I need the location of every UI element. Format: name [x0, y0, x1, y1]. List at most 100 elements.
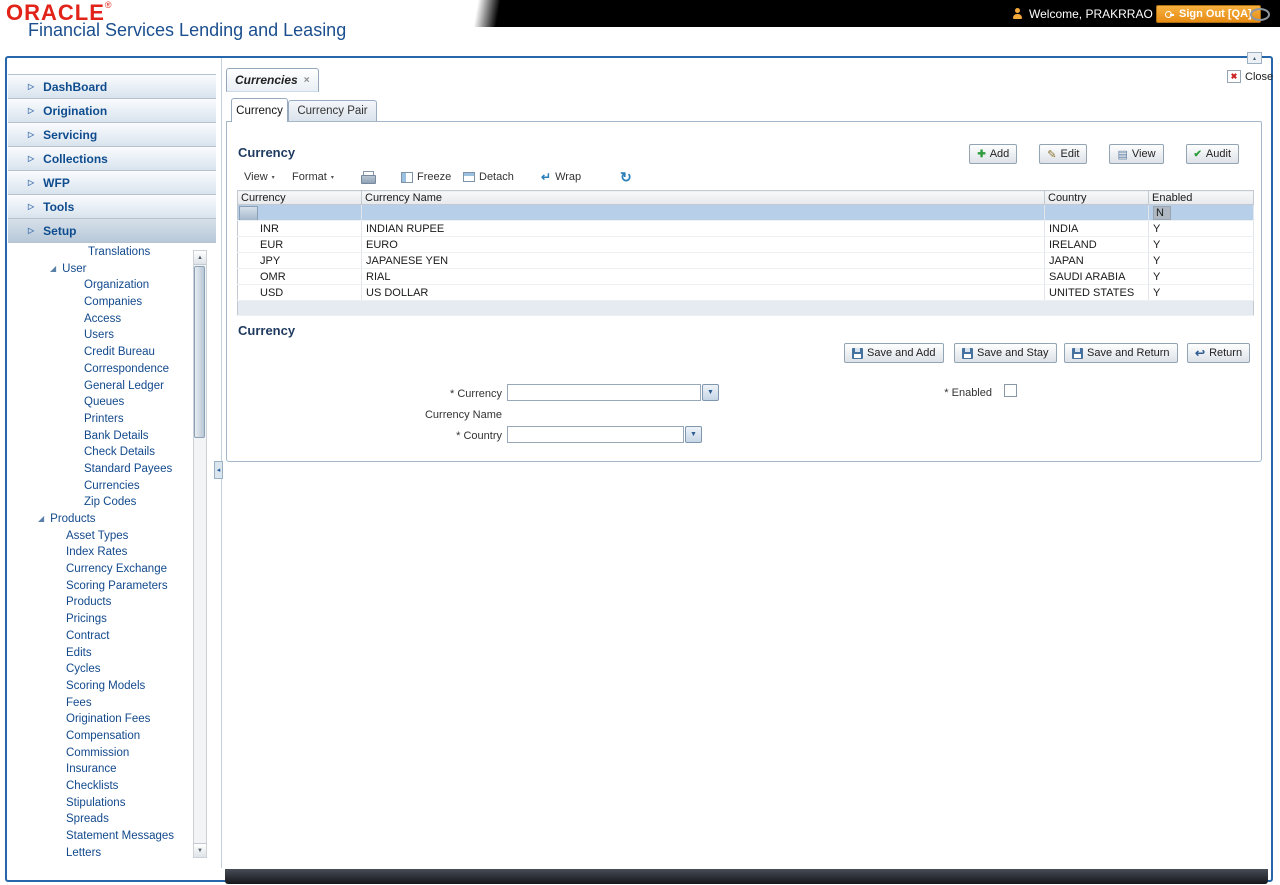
save-and-stay-button[interactable]: Save and Stay	[954, 343, 1057, 363]
save-and-add-button[interactable]: Save and Add	[844, 343, 944, 363]
tree-item-commission[interactable]: Commission	[8, 745, 192, 762]
scrollbar-down-icon[interactable]: ▼	[194, 843, 206, 857]
sidebar-item-origination[interactable]: ▷ Origination	[8, 99, 216, 123]
sidebar-item-servicing[interactable]: ▷ Servicing	[8, 123, 216, 147]
tree-item-printers[interactable]: Printers	[8, 411, 192, 428]
tree-item-scoring-parameters[interactable]: Scoring Parameters	[8, 578, 192, 595]
tree-item-translations[interactable]: Translations	[8, 244, 192, 261]
cell-country[interactable]: SAUDI ARABIA	[1044, 268, 1149, 285]
sidebar-item-dashboard[interactable]: ▷ DashBoard	[8, 75, 216, 99]
tree-item-correspondence[interactable]: Correspondence	[8, 361, 192, 378]
audit-button[interactable]: ✔ Audit	[1185, 144, 1239, 164]
refresh-button[interactable]: ↻	[620, 167, 632, 187]
cell-country[interactable]: IRELAND	[1044, 236, 1149, 253]
tree-item-stipulations[interactable]: Stipulations	[8, 795, 192, 812]
col-header-currency-name[interactable]: Currency Name	[361, 190, 1045, 205]
cell-enabled[interactable]: Y	[1148, 268, 1254, 285]
tab-close-icon[interactable]: ×	[304, 75, 310, 86]
cell-enabled[interactable]: Y	[1148, 236, 1254, 253]
tree-item-cycles[interactable]: Cycles	[8, 661, 192, 678]
col-header-country[interactable]: Country	[1044, 190, 1149, 205]
return-button[interactable]: ↩ Return	[1187, 343, 1251, 363]
tree-node-user[interactable]: ◢ User	[8, 261, 192, 278]
tree-item-compensation[interactable]: Compensation	[8, 728, 192, 745]
cell-country[interactable]: JAPAN	[1044, 252, 1149, 269]
tree-item-edits[interactable]: Edits	[8, 645, 192, 662]
format-menu-button[interactable]: Format ▾	[292, 167, 334, 187]
tree-item-queues[interactable]: Queues	[8, 394, 192, 411]
close-button[interactable]: ✖ Close	[1227, 70, 1273, 83]
sidebar-item-collections[interactable]: ▷ Collections	[8, 147, 216, 171]
cell-enabled[interactable]: Y	[1148, 284, 1254, 301]
scrollbar-up-icon[interactable]: ▲	[194, 251, 206, 265]
currency-combo-dropdown-button[interactable]: ▼	[702, 384, 719, 401]
table-row[interactable]: EUR EURO IRELAND Y	[237, 236, 1254, 253]
tree-item-spreads[interactable]: Spreads	[8, 811, 192, 828]
table-row[interactable]: USD US DOLLAR UNITED STATES Y	[237, 284, 1254, 301]
tree-item-asset-types[interactable]: Asset Types	[8, 528, 192, 545]
tree-item-fees[interactable]: Fees	[8, 695, 192, 712]
table-row[interactable]: OMR RIAL SAUDI ARABIA Y	[237, 268, 1254, 285]
currency-combo-input[interactable]	[507, 384, 701, 401]
cell-country[interactable]: INDIA	[1044, 220, 1149, 237]
tree-item-statement-messages[interactable]: Statement Messages	[8, 828, 192, 845]
cell-currency-name[interactable]	[361, 204, 1045, 221]
tree-item-companies[interactable]: Companies	[8, 294, 192, 311]
tree-item-currencies[interactable]: Currencies	[8, 478, 192, 495]
tree-item-pricings[interactable]: Pricings	[8, 611, 192, 628]
tree-item-access[interactable]: Access	[8, 311, 192, 328]
cell-country[interactable]	[1044, 204, 1149, 221]
tab-currencies[interactable]: Currencies ×	[226, 68, 319, 92]
print-button[interactable]	[361, 167, 376, 187]
welcome-menu[interactable]: Welcome, PRAKRRAO ▼	[1029, 7, 1165, 21]
tab-currency-pair[interactable]: Currency Pair	[288, 100, 377, 121]
freeze-button[interactable]: Freeze	[401, 167, 451, 187]
cell-currency-name[interactable]: RIAL	[361, 268, 1045, 285]
edit-button[interactable]: ✎ Edit	[1039, 144, 1088, 164]
cell-currency[interactable]: INR	[237, 220, 362, 237]
tree-item-standard-payees[interactable]: Standard Payees	[8, 461, 192, 478]
tree-item-contract[interactable]: Contract	[8, 628, 192, 645]
tree-item-letters[interactable]: Letters	[8, 845, 192, 860]
tree-item-products[interactable]: Products	[8, 594, 192, 611]
cell-currency[interactable]: USD	[237, 284, 362, 301]
tree-item-zip-codes[interactable]: Zip Codes	[8, 494, 192, 511]
tab-currency[interactable]: Currency	[231, 98, 288, 122]
sidebar-item-wfp[interactable]: ▷ WFP	[8, 171, 216, 195]
tree-item-check-details[interactable]: Check Details	[8, 444, 192, 461]
tree-item-users[interactable]: Users	[8, 327, 192, 344]
tree-item-general-ledger[interactable]: General Ledger	[8, 378, 192, 395]
tree-item-scoring-models[interactable]: Scoring Models	[8, 678, 192, 695]
tree-node-products[interactable]: ◢ Products	[8, 511, 192, 528]
sidebar-item-tools[interactable]: ▷ Tools	[8, 195, 216, 219]
country-combo-input[interactable]	[507, 426, 684, 443]
cell-enabled[interactable]: Y	[1148, 220, 1254, 237]
tree-item-origination-fees[interactable]: Origination Fees	[8, 711, 192, 728]
sidebar-scrollbar[interactable]: ▲ ▼	[193, 250, 207, 858]
tree-item-organization[interactable]: Organization	[8, 277, 192, 294]
cell-currency[interactable]	[237, 204, 362, 221]
enabled-checkbox[interactable]	[1004, 384, 1017, 397]
table-row-selected[interactable]: N	[237, 204, 1254, 221]
enabled-editor[interactable]: N	[1153, 205, 1171, 220]
panel-collapse-up-button[interactable]: ▴	[1247, 52, 1262, 64]
cell-currency-name[interactable]: JAPANESE YEN	[361, 252, 1045, 269]
sidebar-collapse-button[interactable]: ◂	[214, 461, 223, 479]
col-header-currency[interactable]: Currency	[237, 190, 362, 205]
scrollbar-thumb[interactable]	[194, 266, 205, 438]
tree-item-index-rates[interactable]: Index Rates	[8, 544, 192, 561]
wrap-button[interactable]: ↵ Wrap	[541, 167, 581, 187]
tree-item-bank-details[interactable]: Bank Details	[8, 428, 192, 445]
cell-country[interactable]: UNITED STATES	[1044, 284, 1149, 301]
tree-item-checklists[interactable]: Checklists	[8, 778, 192, 795]
table-row[interactable]: JPY JAPANESE YEN JAPAN Y	[237, 252, 1254, 269]
view-menu-button[interactable]: View ▾	[244, 167, 275, 187]
sidebar-item-setup[interactable]: ▷ Setup	[8, 219, 216, 243]
tree-item-insurance[interactable]: Insurance	[8, 761, 192, 778]
cell-currency-name[interactable]: INDIAN RUPEE	[361, 220, 1045, 237]
cell-currency[interactable]: OMR	[237, 268, 362, 285]
add-button[interactable]: ✚ Add	[969, 144, 1018, 164]
tree-expand-icon[interactable]: ◢	[50, 261, 56, 278]
country-combo-dropdown-button[interactable]: ▼	[685, 426, 702, 443]
view-button[interactable]: ▤ View	[1109, 144, 1164, 164]
